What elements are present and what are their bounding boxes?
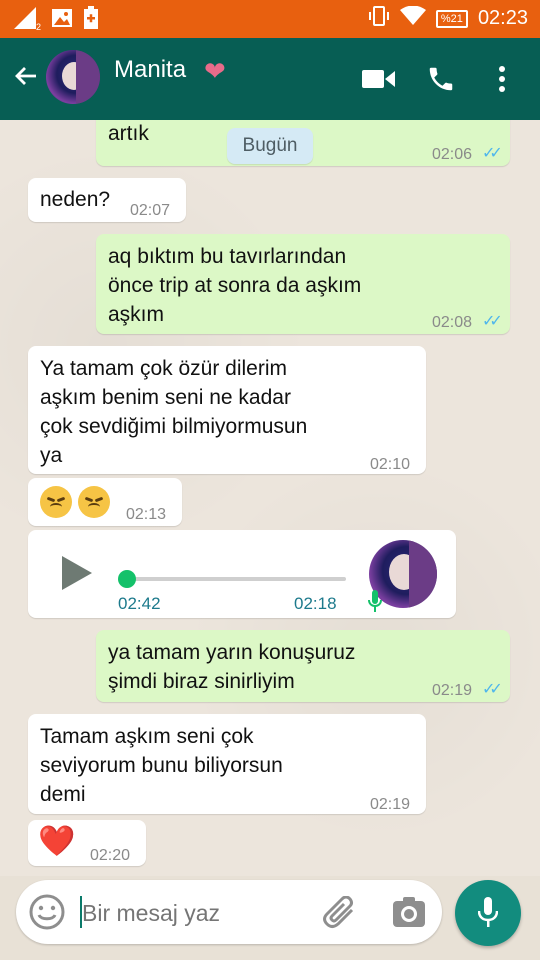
play-icon[interactable]: [62, 556, 92, 590]
read-ticks-icon: ✓✓: [482, 313, 503, 330]
message-time: 02:06: [432, 146, 473, 163]
message-incoming[interactable]: neden? 02:07: [28, 178, 186, 222]
mic-send-button[interactable]: [455, 880, 521, 946]
sad-emoji-pair: [40, 486, 116, 518]
heart-icon: ❤: [204, 56, 226, 86]
battery-saver-icon: [83, 6, 99, 35]
signal-icon: [14, 7, 38, 34]
message-time: 02:19: [432, 682, 473, 699]
voice-message[interactable]: 02:42 02:18: [28, 530, 456, 618]
heart-emoji: ❤️: [38, 825, 76, 858]
attach-icon[interactable]: [322, 895, 358, 935]
message-time: 02:08: [432, 314, 473, 331]
composer: [16, 880, 442, 944]
message-time: 02:20: [90, 847, 131, 864]
video-call-icon[interactable]: [362, 68, 396, 95]
sad-face-icon: [40, 486, 72, 518]
voice-progress-knob[interactable]: [118, 570, 136, 588]
message-text: Ya tamam çok özür dilerim aşkım benim se…: [40, 357, 308, 467]
read-ticks-icon: ✓✓: [482, 145, 503, 162]
more-vert-icon[interactable]: [492, 64, 512, 99]
contact-name[interactable]: Manita: [114, 56, 186, 84]
chat-header: Manita ❤: [0, 38, 540, 120]
emoji-icon[interactable]: [28, 893, 66, 936]
message-time: 02:10: [370, 456, 411, 473]
message-time: 02:07: [130, 202, 171, 219]
voice-time: 02:42: [118, 594, 161, 613]
read-ticks-icon: ✓✓: [482, 681, 503, 698]
message-incoming[interactable]: Tamam aşkım seni çok seviyorum bunu bili…: [28, 714, 426, 814]
message-time: 02:13: [126, 506, 167, 523]
mic-icon: [477, 897, 499, 934]
signal-badge: 2: [36, 21, 42, 32]
status-time: 02:23: [477, 7, 528, 29]
back-arrow-icon[interactable]: [14, 64, 38, 88]
message-incoming[interactable]: ❤️ 02:20: [28, 820, 146, 866]
phone-icon[interactable]: [426, 64, 456, 99]
message-incoming[interactable]: Ya tamam çok özür dilerim aşkım benim se…: [28, 346, 426, 474]
message-text: ya tamam yarın konuşuruz şimdi biraz sin…: [108, 641, 356, 693]
message-outgoing[interactable]: ya tamam yarın konuşuruz şimdi biraz sin…: [96, 630, 510, 702]
day-chip: Bugün: [227, 128, 313, 164]
voice-progress-track[interactable]: [124, 577, 346, 581]
message-incoming[interactable]: 😞😞 02:13: [28, 478, 182, 526]
vibrate-icon: [368, 5, 390, 32]
image-icon: [51, 8, 73, 33]
sad-face-icon: [78, 486, 110, 518]
message-text: Tamam aşkım seni çok seviyorum bunu bili…: [40, 725, 283, 806]
message-text: neden?: [40, 188, 111, 211]
battery-icon: %21: [435, 9, 468, 28]
camera-icon[interactable]: [392, 896, 426, 933]
text-cursor: [80, 896, 82, 928]
chat-area[interactable]: bana aşkım felan deme yeter artık 02:06 …: [0, 120, 540, 876]
mic-icon: [368, 590, 382, 619]
wifi-icon: [399, 5, 426, 31]
message-time: 02:18: [294, 594, 337, 613]
message-text: aq bıktım bu tavırlarından önce trip at …: [108, 245, 362, 326]
message-time: 02:19: [370, 796, 411, 813]
message-input[interactable]: [80, 896, 304, 930]
status-bar: 2 %21 02:23: [0, 0, 540, 38]
contact-avatar[interactable]: [46, 50, 100, 104]
message-outgoing[interactable]: aq bıktım bu tavırlarından önce trip at …: [96, 234, 510, 334]
